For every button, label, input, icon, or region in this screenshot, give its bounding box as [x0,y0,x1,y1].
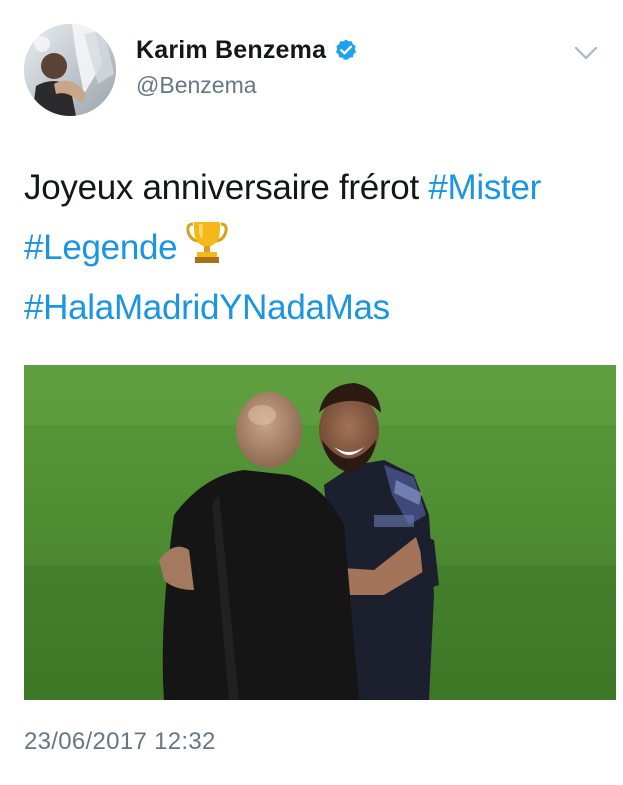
hashtag-mister[interactable]: #Mister [428,168,541,207]
hashtag-halamadridynadamas[interactable]: #HalaMadridYNadaMas [24,288,390,327]
user-name-row[interactable]: Karim Benzema [136,34,358,66]
tweet-timestamp[interactable]: 23/06/2017 12:32 [24,728,216,756]
tweet-text-plain: Joyeux anniversaire frérot [24,168,419,207]
hashtag-legende[interactable]: #Legende [24,228,178,267]
trophy-icon [185,219,229,265]
tweet-text-line-1: Joyeux anniversaire frérot #Mister [24,158,623,218]
display-name[interactable]: Karim Benzema [136,36,326,65]
photo-two-men-hugging [24,365,616,700]
verified-badge-icon [334,38,358,62]
tweet-text-line-2: #Legende [24,218,623,278]
tweet-text: Joyeux anniversaire frérot #Mister #Lege… [24,158,623,338]
avatar[interactable] [24,24,116,116]
tweet-media-photo[interactable] [24,365,616,700]
user-handle[interactable]: @Benzema [136,72,257,99]
chevron-down-icon[interactable] [573,40,599,66]
avatar-photo [24,24,116,116]
tweet-text-line-3: #HalaMadridYNadaMas [24,278,623,338]
tweet-card: Karim Benzema @Benzema Joyeux anniversai… [0,0,623,785]
